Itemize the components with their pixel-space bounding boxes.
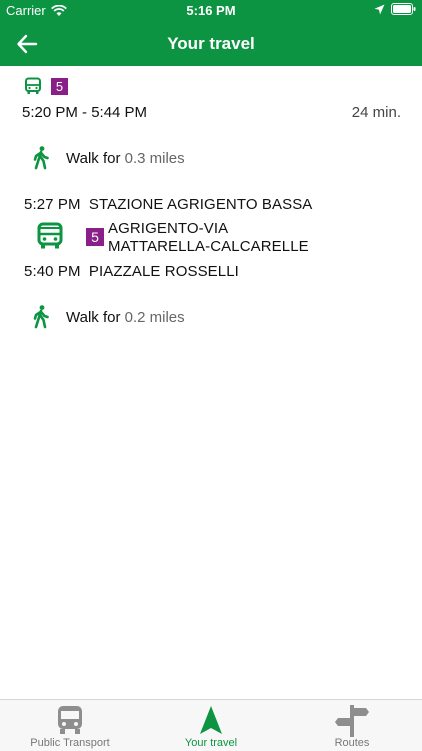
tab-bar: Public Transport Your travel Routes — [0, 699, 422, 751]
walking-person-icon — [33, 146, 49, 170]
walk-distance: 0.2 miles — [124, 309, 185, 326]
tab-label: Public Transport — [30, 737, 110, 749]
status-bar: Carrier 5:16 PM — [0, 0, 422, 22]
location-arrow-icon — [374, 4, 385, 14]
tab-your-travel[interactable]: Your travel — [141, 700, 281, 751]
walk-distance: 0.3 miles — [124, 150, 185, 167]
trip-duration: 24 min. — [351, 104, 401, 121]
battery-icon — [391, 3, 416, 15]
navigation-arrow-icon — [200, 706, 222, 734]
arrival-row: 5:40 PM PIAZZALE ROSSELLI — [24, 263, 239, 280]
bus-line-name: AGRIGENTO-VIA MATTARELLA-CALCARELLE — [108, 220, 309, 256]
bus-line-name-2: MATTARELLA-CALCARELLE — [108, 238, 309, 255]
signpost-icon — [335, 705, 369, 737]
tab-routes[interactable]: Routes — [282, 700, 422, 751]
bus-icon — [25, 77, 41, 94]
departure-time: 5:27 PM — [24, 196, 81, 213]
line-badge: 5 — [86, 228, 104, 246]
walk-prefix: Walk for — [66, 309, 121, 326]
bus-icon — [58, 706, 82, 734]
arrival-stop: PIAZZALE ROSSELLI — [88, 263, 239, 280]
nav-bar: Your travel — [0, 22, 422, 66]
nav-title: Your travel — [167, 34, 255, 53]
departure-stop: STAZIONE AGRIGENTO BASSA — [88, 196, 313, 213]
time-range: 5:20 PM - 5:44 PM — [22, 104, 148, 121]
line-badge: 5 — [51, 78, 68, 95]
bus-line-name-1: AGRIGENTO-VIA — [108, 220, 229, 237]
departure-row: 5:27 PM STAZIONE AGRIGENTO BASSA — [24, 196, 312, 213]
tab-label: Routes — [334, 737, 370, 749]
status-time: 5:16 PM — [186, 3, 236, 18]
walk-prefix: Walk for — [66, 150, 121, 167]
walk-step: Walk for 0.2 miles — [66, 309, 185, 326]
walking-person-icon — [33, 305, 49, 329]
status-right — [374, 3, 416, 15]
tab-label: Your travel — [184, 737, 238, 749]
walk-step: Walk for 0.3 miles — [66, 150, 185, 167]
tab-public-transport[interactable]: Public Transport — [0, 700, 140, 751]
arrival-time: 5:40 PM — [24, 263, 81, 280]
bus-icon — [37, 222, 63, 249]
